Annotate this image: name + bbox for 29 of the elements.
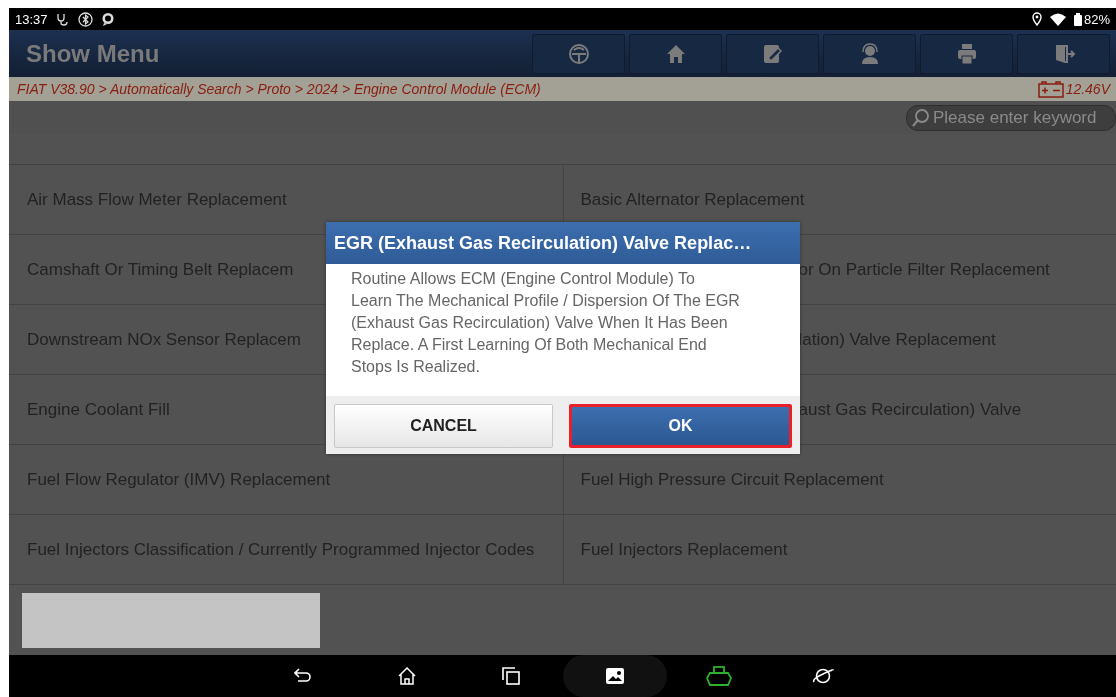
header-title: Show Menu bbox=[25, 39, 161, 68]
exit-door-button[interactable] bbox=[1017, 33, 1110, 74]
planet-icon[interactable] bbox=[811, 666, 834, 686]
edit-button[interactable] bbox=[726, 33, 819, 74]
status-time: 13:37 bbox=[15, 11, 48, 27]
location-icon bbox=[1031, 12, 1042, 26]
chat-icon bbox=[100, 12, 115, 26]
search-field[interactable]: Please enter keyword bbox=[906, 104, 1116, 131]
cancel-button[interactable]: CANCEL bbox=[334, 404, 553, 448]
search-icon bbox=[911, 107, 931, 128]
recents-icon[interactable] bbox=[501, 667, 520, 685]
battery-percent: 82% bbox=[1083, 11, 1110, 27]
stethoscope-icon bbox=[55, 12, 70, 26]
battery-voltage-icon bbox=[1037, 80, 1064, 98]
bluetooth-icon bbox=[77, 11, 93, 27]
headset-button[interactable] bbox=[823, 33, 916, 74]
steering-wheel-button[interactable] bbox=[532, 33, 625, 74]
wifi-icon bbox=[1049, 12, 1066, 26]
battery-icon bbox=[1073, 12, 1082, 26]
home-button[interactable] bbox=[629, 33, 722, 74]
image-icon[interactable] bbox=[605, 668, 624, 684]
back-icon[interactable] bbox=[293, 668, 312, 684]
breadcrumb-path: FIAT V38.90 > Automatically Search > Proto > 2024 > Engine Control Module (ECM) bbox=[17, 81, 542, 97]
steering-wheel-icon bbox=[566, 41, 591, 66]
dialog-title: EGR (Exhaust Gas Recirculation) Valve Replac… bbox=[326, 222, 800, 264]
confirm-button[interactable]: OK bbox=[569, 404, 792, 448]
home-icon[interactable] bbox=[397, 667, 416, 685]
voltage-reading: 12.46V bbox=[1065, 81, 1110, 97]
printer-button[interactable] bbox=[920, 33, 1013, 74]
